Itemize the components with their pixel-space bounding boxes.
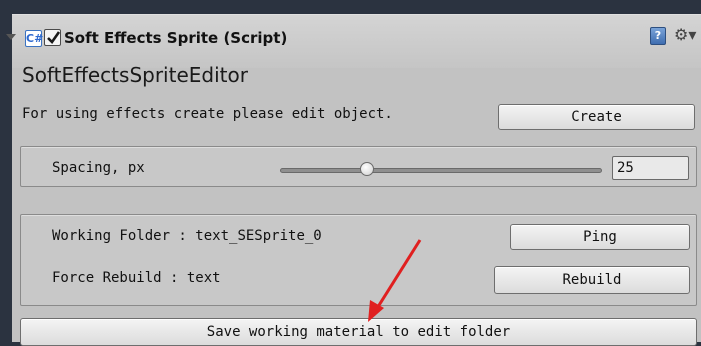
editor-title: SoftEffectsSpriteEditor: [22, 63, 248, 87]
spacing-slider-track[interactable]: [280, 168, 602, 173]
create-button[interactable]: Create: [498, 104, 695, 130]
gear-icon[interactable]: ⚙▾: [674, 25, 698, 45]
ping-button[interactable]: Ping: [510, 224, 690, 250]
info-text: For using effects create please edit obj…: [22, 106, 393, 122]
annotation-arrow-icon: [368, 239, 422, 322]
spacing-label: Spacing, px: [52, 160, 145, 176]
help-icon[interactable]: ?: [650, 27, 666, 45]
spacing-slider-thumb[interactable]: [360, 162, 374, 176]
spacing-value-field[interactable]: 25: [612, 156, 689, 180]
working-folder-label: Working Folder : text_SESprite_0: [52, 226, 322, 246]
foldout-arrow-icon[interactable]: [6, 34, 16, 40]
working-folder-label-text: Working Folder :: [52, 228, 187, 244]
component-enabled-checkbox[interactable]: [44, 29, 61, 46]
script-icon-glyph: C#: [26, 32, 44, 45]
component-title: Soft Effects Sprite (Script): [64, 29, 288, 47]
script-icon: C#: [25, 30, 44, 47]
working-folder-value: text_SESprite_0: [195, 228, 322, 244]
checkmark-icon: [47, 31, 61, 45]
rebuild-button[interactable]: Rebuild: [494, 266, 690, 294]
force-rebuild-label-text: Force Rebuild :: [52, 270, 179, 286]
force-rebuild-label: Force Rebuild : text: [52, 268, 221, 288]
force-rebuild-value: text: [186, 270, 221, 286]
